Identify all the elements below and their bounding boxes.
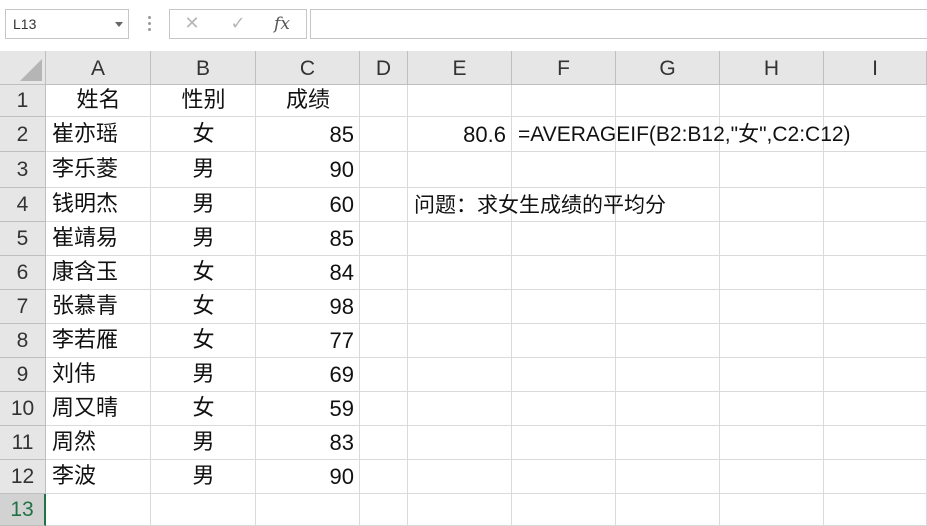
spreadsheet-app: L13 ✕ ✓ fx ABCDEFGHI 1 2 3 4 5 6 7 8 9 10 11 12 13 姓… — [0, 0, 927, 526]
cell-score[interactable]: 90 — [256, 460, 360, 494]
cell-name[interactable]: 刘伟 — [46, 358, 151, 392]
cell-score[interactable]: 83 — [256, 426, 360, 460]
cell-e2-result[interactable]: 80.6 — [408, 117, 512, 152]
row-header-13[interactable]: 13 — [0, 494, 46, 526]
name-box-value: L13 — [13, 16, 37, 32]
cell-gender[interactable]: 女 — [151, 324, 256, 358]
cell-gender[interactable]: 男 — [151, 152, 256, 188]
cell-name[interactable]: 李波 — [46, 460, 151, 494]
cell-gender[interactable]: 男 — [151, 358, 256, 392]
cell-e4-question[interactable]: 问题：求女生成绩的平均分 — [408, 188, 927, 222]
row-header-11[interactable]: 11 — [0, 426, 46, 460]
column-header-i[interactable]: I — [824, 51, 927, 85]
column-header-c[interactable]: C — [256, 51, 360, 85]
cell-a1-header-name[interactable]: 姓名 — [46, 85, 151, 117]
cell-name[interactable]: 李若雁 — [46, 324, 151, 358]
cell-score[interactable]: 98 — [256, 290, 360, 324]
check-icon[interactable]: ✓ — [224, 12, 252, 36]
cell-name[interactable]: 李乐菱 — [46, 152, 151, 188]
cell-area[interactable]: 姓名 性别 成绩 崔亦瑶女 85 李乐菱男 90 钱明杰男 60 崔靖易男 85 康含玉女 84 张慕青女… — [46, 85, 927, 526]
row-header-2[interactable]: 2 — [0, 117, 46, 152]
cell-name[interactable]: 崔靖易 — [46, 222, 151, 256]
chevron-down-icon[interactable] — [115, 22, 123, 27]
grip-handle-icon[interactable] — [148, 16, 151, 34]
insert-function-icon[interactable]: fx — [268, 12, 296, 36]
cell-gender[interactable]: 女 — [151, 290, 256, 324]
cell-c1-header-score[interactable]: 成绩 — [256, 85, 360, 117]
cell-score[interactable]: 85 — [256, 117, 360, 152]
select-all-button[interactable] — [0, 51, 46, 85]
cell-gender[interactable]: 男 — [151, 426, 256, 460]
close-icon[interactable]: ✕ — [178, 12, 206, 36]
column-header-h[interactable]: H — [720, 51, 824, 85]
cell-score[interactable]: 60 — [256, 188, 360, 222]
row-header-8[interactable]: 8 — [0, 324, 46, 358]
cell-b1-header-gender[interactable]: 性别 — [151, 85, 256, 117]
column-header-g[interactable]: G — [616, 51, 720, 85]
row-header-1[interactable]: 1 — [0, 85, 46, 117]
cell-gender[interactable]: 男 — [151, 188, 256, 222]
row-header-6[interactable]: 6 — [0, 256, 46, 290]
cell-score[interactable]: 69 — [256, 358, 360, 392]
formula-bar: L13 ✕ ✓ fx — [0, 0, 927, 52]
cell-gender[interactable]: 女 — [151, 117, 256, 152]
cell-name[interactable]: 康含玉 — [46, 256, 151, 290]
formula-input[interactable] — [310, 9, 927, 39]
row-header-4[interactable]: 4 — [0, 188, 46, 222]
cell-gender[interactable]: 女 — [151, 256, 256, 290]
column-header-f[interactable]: F — [512, 51, 616, 85]
cell-name[interactable]: 崔亦瑶 — [46, 117, 151, 152]
cell-name[interactable]: 张慕青 — [46, 290, 151, 324]
cell-score[interactable]: 77 — [256, 324, 360, 358]
cell-gender[interactable]: 男 — [151, 460, 256, 494]
cell-name[interactable]: 周又晴 — [46, 392, 151, 426]
select-all-triangle-icon — [20, 59, 42, 81]
column-header-e[interactable]: E — [408, 51, 512, 85]
row-header-5[interactable]: 5 — [0, 222, 46, 256]
cell-gender[interactable]: 女 — [151, 392, 256, 426]
cell-gender[interactable]: 男 — [151, 222, 256, 256]
formula-controls: ✕ ✓ fx — [169, 9, 307, 39]
cell-name[interactable]: 钱明杰 — [46, 188, 151, 222]
row-header-10[interactable]: 10 — [0, 392, 46, 426]
row-header-7[interactable]: 7 — [0, 290, 46, 324]
column-headers: ABCDEFGHI — [46, 51, 927, 85]
row-header-3[interactable]: 3 — [0, 152, 46, 188]
cell-score[interactable]: 85 — [256, 222, 360, 256]
row-header-9[interactable]: 9 — [0, 358, 46, 392]
sheet-grid: ABCDEFGHI 1 2 3 4 5 6 7 8 9 10 11 12 13 姓名 性别 成绩 崔亦瑶女 85… — [0, 51, 927, 526]
row-header-12[interactable]: 12 — [0, 460, 46, 494]
cell-score[interactable]: 84 — [256, 256, 360, 290]
column-header-b[interactable]: B — [151, 51, 256, 85]
column-header-a[interactable]: A — [46, 51, 151, 85]
cell-score[interactable]: 59 — [256, 392, 360, 426]
cell-score[interactable]: 90 — [256, 152, 360, 188]
cell-name[interactable]: 周然 — [46, 426, 151, 460]
name-box[interactable]: L13 — [5, 9, 129, 39]
column-header-d[interactable]: D — [360, 51, 408, 85]
cell-f2-formula-text[interactable]: =AVERAGEIF(B2:B12,"女",C2:C12) — [512, 117, 927, 152]
